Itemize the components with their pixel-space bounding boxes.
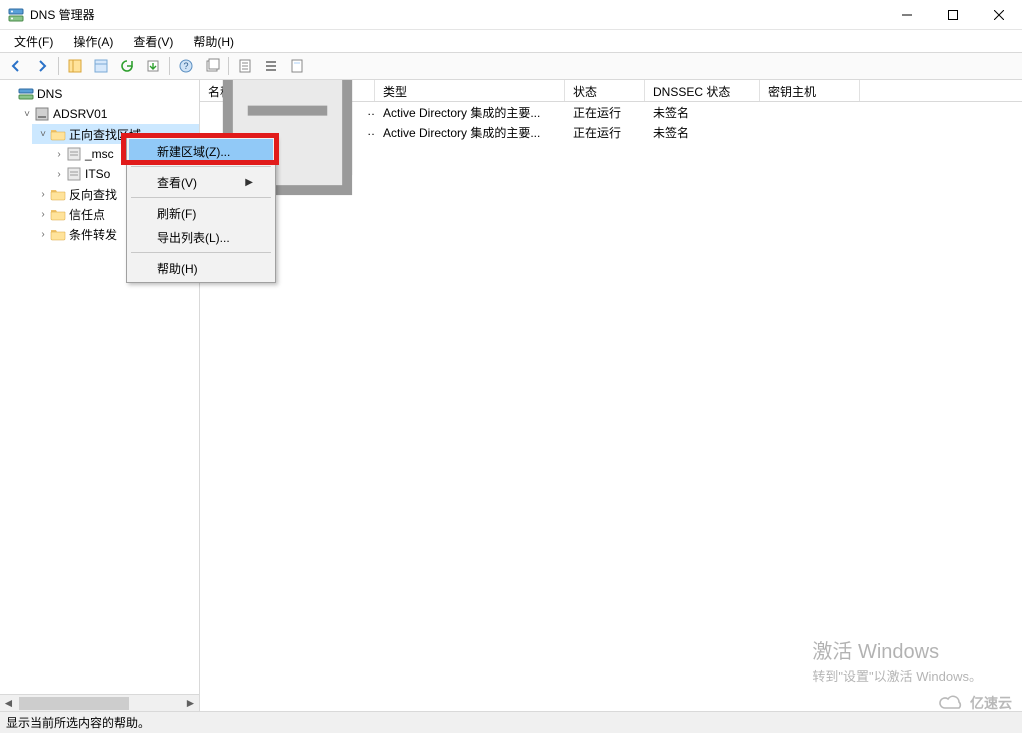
cell-keymaster — [760, 110, 860, 114]
zone-icon — [66, 146, 82, 162]
menu-view[interactable]: 查看(V) — [125, 31, 181, 52]
column-header-dnssec[interactable]: DNSSEC 状态 — [645, 80, 760, 101]
show-hide-tree-button[interactable] — [63, 55, 87, 77]
svg-text:?: ? — [183, 61, 188, 71]
new-window-button[interactable] — [200, 55, 224, 77]
context-view[interactable]: 查看(V) ▶ — [129, 170, 273, 194]
scroll-left-icon[interactable]: ◄ — [0, 695, 17, 712]
tree-label: DNS — [37, 87, 62, 101]
close-button[interactable] — [976, 0, 1022, 30]
context-refresh[interactable]: 刷新(F) — [129, 201, 273, 225]
menu-file[interactable]: 文件(F) — [6, 31, 61, 52]
list-body: _msdcs.ITSoul.inter Active Directory 集成的… — [200, 102, 1022, 142]
chevron-right-icon: ▶ — [245, 177, 253, 188]
tree-label: ITSo — [85, 167, 110, 181]
context-item-label: 刷新(F) — [157, 205, 196, 222]
scroll-thumb[interactable] — [19, 697, 129, 710]
tree-label: 反向查找 — [69, 186, 117, 203]
column-header-type[interactable]: 类型 — [375, 80, 565, 101]
list-item[interactable]: .inter Active Directory 集成的主要... 正在运行 未签… — [200, 122, 1022, 142]
cell-state: 正在运行 — [565, 102, 645, 123]
tree-node-dns-root[interactable]: ▾ DNS — [0, 84, 199, 104]
folder-icon — [50, 186, 66, 202]
folder-icon — [50, 206, 66, 222]
context-item-label: 导出列表(L)... — [157, 229, 230, 246]
toolbar-separator — [169, 57, 170, 75]
details-pane-button[interactable] — [89, 55, 113, 77]
dns-app-icon — [8, 7, 24, 23]
filter-button[interactable] — [233, 55, 257, 77]
context-separator — [131, 197, 271, 198]
toolbar: ? — [0, 52, 1022, 80]
menu-action[interactable]: 操作(A) — [65, 31, 121, 52]
tree-node-server[interactable]: ˅ ADSRV01 — [16, 104, 199, 124]
zone-icon — [66, 166, 82, 182]
context-help[interactable]: 帮助(H) — [129, 256, 273, 280]
cell-type: Active Directory 集成的主要... — [375, 102, 565, 123]
context-separator — [131, 252, 271, 253]
column-header-state[interactable]: 状态 — [565, 80, 645, 101]
cell-dnssec: 未签名 — [645, 122, 760, 143]
forward-button[interactable] — [30, 55, 54, 77]
context-export[interactable]: 导出列表(L)... — [129, 225, 273, 249]
context-menu: 新建区域(Z)... 查看(V) ▶ 刷新(F) 导出列表(L)... 帮助(H) — [126, 136, 276, 283]
context-item-label: 新建区域(Z)... — [157, 143, 230, 160]
folder-icon — [50, 126, 66, 142]
tree-label: ADSRV01 — [53, 107, 107, 121]
properties-button[interactable] — [285, 55, 309, 77]
cell-keymaster — [760, 130, 860, 134]
title-bar: DNS 管理器 — [0, 0, 1022, 30]
dns-root-icon — [18, 86, 34, 102]
tree-label: 条件转发 — [69, 226, 117, 243]
maximize-button[interactable] — [930, 0, 976, 30]
export-button[interactable] — [141, 55, 165, 77]
cell-type: Active Directory 集成的主要... — [375, 122, 565, 143]
refresh-button[interactable] — [115, 55, 139, 77]
scroll-right-icon[interactable]: ► — [182, 695, 199, 712]
menu-help[interactable]: 帮助(H) — [185, 31, 242, 52]
folder-icon — [50, 226, 66, 242]
tree-h-scrollbar[interactable]: ◄ ► — [0, 694, 199, 711]
tree-label: 信任点 — [69, 206, 105, 223]
tree-label: _msc — [85, 147, 114, 161]
toolbar-separator — [58, 57, 59, 75]
context-item-label: 帮助(H) — [157, 260, 198, 277]
cell-dnssec: 未签名 — [645, 102, 760, 123]
minimize-button[interactable] — [884, 0, 930, 30]
cell-state: 正在运行 — [565, 122, 645, 143]
window-title: DNS 管理器 — [30, 6, 95, 23]
column-header-keymaster[interactable]: 密钥主机 — [760, 80, 860, 101]
help-button[interactable]: ? — [174, 55, 198, 77]
menu-bar: 文件(F) 操作(A) 查看(V) 帮助(H) — [0, 30, 1022, 52]
status-bar: 显示当前所选内容的帮助。 — [0, 711, 1022, 733]
context-item-label: 查看(V) — [157, 174, 197, 191]
list-button[interactable] — [259, 55, 283, 77]
toolbar-separator — [228, 57, 229, 75]
list-pane: 名称 类型 状态 DNSSEC 状态 密钥主机 _msdcs.ITSoul.in… — [200, 80, 1022, 711]
server-icon — [34, 106, 50, 122]
back-button[interactable] — [4, 55, 28, 77]
context-new-zone[interactable]: 新建区域(Z)... — [129, 139, 273, 163]
status-text: 显示当前所选内容的帮助。 — [6, 714, 150, 731]
context-separator — [131, 166, 271, 167]
